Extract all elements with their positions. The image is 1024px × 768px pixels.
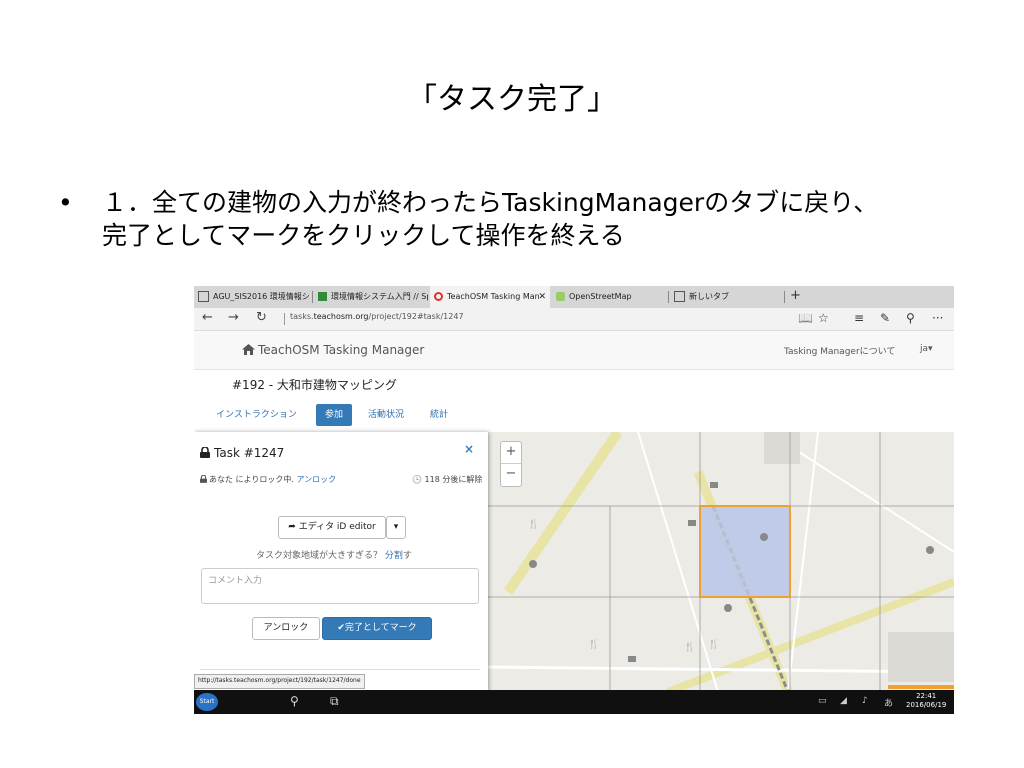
tab-label: OpenStreetMap bbox=[569, 292, 632, 301]
close-tab-icon[interactable]: ✕ bbox=[538, 286, 546, 308]
task-title-label: Task #1247 bbox=[214, 446, 285, 460]
start-button[interactable]: Start bbox=[196, 693, 218, 711]
back-icon[interactable]: ← bbox=[202, 310, 213, 325]
url-path: /project/192#task/1247 bbox=[368, 312, 464, 321]
tab-instructions[interactable]: インストラクション bbox=[216, 404, 297, 426]
teachosm-icon bbox=[434, 292, 443, 301]
forward-icon[interactable]: → bbox=[228, 310, 239, 325]
clock-date: 2016/06/19 bbox=[906, 701, 947, 709]
taskbar-clock[interactable]: 22:41 2016/06/19 bbox=[906, 692, 946, 710]
tab-gis-intro[interactable]: 環境情報システム入門 // Spe bbox=[314, 286, 428, 308]
svg-text:🍴: 🍴 bbox=[684, 641, 695, 653]
unlock-link[interactable]: アンロック bbox=[296, 475, 336, 484]
edit-button-label: エディタ iD editor bbox=[298, 522, 376, 532]
zoom-control: + − bbox=[500, 441, 522, 487]
more-icon[interactable]: ··· bbox=[932, 311, 943, 325]
osm-icon bbox=[556, 292, 565, 301]
unlock-button[interactable]: アンロック bbox=[252, 617, 320, 640]
ime-icon[interactable]: あ bbox=[884, 696, 893, 709]
lock-icon bbox=[200, 474, 207, 483]
taskbar: Start ⚲ ⧉ ▭ ◢ ♪ あ 22:41 2016/06/19 bbox=[194, 690, 954, 714]
editor-dropdown-button[interactable]: ▾ bbox=[386, 516, 406, 539]
split-link[interactable]: 分割 bbox=[385, 551, 403, 561]
reading-view-icon[interactable]: 📖 bbox=[798, 311, 813, 325]
tab-separator bbox=[784, 291, 785, 303]
search-icon[interactable]: ⚲ bbox=[290, 694, 299, 708]
url-field[interactable]: tasks.teachosm.org/project/192#task/1247 bbox=[290, 312, 464, 321]
browser-screenshot: AGU_SIS2016 環境情報システム 環境情報システム入門 // Spe T… bbox=[194, 286, 954, 714]
home-icon bbox=[242, 344, 255, 355]
tab-teachosm[interactable]: TeachOSM Tasking Man ✕ bbox=[430, 286, 550, 308]
about-link[interactable]: Tasking Managerについて bbox=[784, 344, 895, 357]
zoom-out-button[interactable]: − bbox=[501, 464, 521, 485]
clock-icon: 🕓 bbox=[412, 475, 422, 484]
page-icon bbox=[198, 291, 209, 302]
url-prefix: tasks. bbox=[290, 312, 314, 321]
split-hint-suffix: す bbox=[402, 551, 412, 561]
close-icon[interactable]: × bbox=[464, 442, 474, 456]
address-separator bbox=[284, 313, 285, 325]
share-arrow-icon: ➦ bbox=[288, 522, 296, 532]
tm-brand-label: TeachOSM Tasking Manager bbox=[258, 343, 425, 357]
bullet-line-2: 完了としてマークをクリックして操作を終える bbox=[102, 221, 625, 250]
tab-label: TeachOSM Tasking Man bbox=[447, 292, 540, 301]
tab-label: 環境情報システム入門 // Spe bbox=[331, 292, 428, 301]
page-icon bbox=[674, 291, 685, 302]
task-map[interactable]: 🍴 🍴 🍴 🍴 bbox=[488, 432, 954, 692]
bullet-symbol: • bbox=[58, 188, 73, 217]
tab-openstreetmap[interactable]: OpenStreetMap bbox=[552, 286, 666, 308]
task-title: Task #1247 bbox=[200, 446, 284, 460]
bullet-line-1: １．全ての建物の入力が終わったらTaskingManagerのタブに戻り、 bbox=[102, 188, 879, 217]
hub-icon[interactable]: ≡ bbox=[854, 311, 864, 325]
clock-time: 22:41 bbox=[916, 692, 937, 700]
lock-status: あなた によりロック中. アンロック bbox=[200, 474, 336, 485]
web-note-icon[interactable]: ✎ bbox=[880, 311, 890, 325]
comment-input[interactable]: コメント入力 bbox=[201, 568, 479, 604]
task-view-icon[interactable]: ⧉ bbox=[330, 694, 339, 709]
tab-label: 新しいタブ bbox=[689, 292, 729, 301]
action-center-icon[interactable]: ▭ bbox=[818, 696, 827, 706]
tab-agu[interactable]: AGU_SIS2016 環境情報システム bbox=[194, 286, 310, 308]
lock-timer-label: 118 分後に解除 bbox=[424, 475, 483, 484]
lock-text: あなた によりロック中. bbox=[209, 475, 294, 484]
tab-separator bbox=[668, 291, 669, 303]
address-bar: ← → ↻ tasks.teachosm.org/project/192#tas… bbox=[194, 308, 954, 331]
tab-new[interactable]: 新しいタブ bbox=[670, 286, 782, 308]
lock-icon bbox=[200, 446, 210, 458]
tab-stats[interactable]: 統計 bbox=[430, 404, 448, 426]
project-title: #192 - 大和市建物マッピング bbox=[232, 378, 397, 392]
edit-in-id-button[interactable]: ➦ エディタ iD editor bbox=[278, 516, 386, 539]
task-panel: Task #1247 × あなた によりロック中. アンロック 🕓 118 分後… bbox=[194, 432, 488, 692]
svg-text:🍴: 🍴 bbox=[588, 638, 599, 650]
slide-title: 「タスク完了」 bbox=[407, 82, 617, 117]
volume-icon[interactable]: ♪ bbox=[862, 696, 868, 706]
svg-text:🍴: 🍴 bbox=[528, 518, 539, 530]
tab-activity[interactable]: 活動状況 bbox=[368, 404, 404, 426]
refresh-icon[interactable]: ↻ bbox=[256, 310, 267, 325]
tab-label: AGU_SIS2016 環境情報システム bbox=[213, 292, 310, 301]
mark-as-done-button[interactable]: ✔完了としてマーク bbox=[322, 617, 432, 640]
tm-brand[interactable]: TeachOSM Tasking Manager bbox=[242, 343, 424, 357]
network-icon[interactable]: ◢ bbox=[840, 696, 847, 706]
url-domain: teachosm.org bbox=[313, 312, 369, 321]
tab-contribute[interactable]: 参加 bbox=[316, 404, 353, 426]
new-tab-button[interactable]: + bbox=[790, 286, 801, 306]
lock-timer: 🕓 118 分後に解除 bbox=[412, 474, 482, 485]
tm-navbar: TeachOSM Tasking Manager Tasking Manager… bbox=[194, 331, 954, 370]
tab-separator bbox=[312, 291, 313, 303]
tab-bar: AGU_SIS2016 環境情報システム 環境情報システム入門 // Spe T… bbox=[194, 286, 954, 308]
zoom-in-button[interactable]: + bbox=[501, 442, 521, 464]
status-url-tooltip: http://tasks.teachosm.org/project/192/ta… bbox=[194, 674, 365, 689]
split-hint-text: タスク対象地域が大きすぎる？ bbox=[256, 551, 383, 561]
split-hint: タスク対象地域が大きすぎる？ 分割す bbox=[256, 548, 412, 561]
favorite-star-icon[interactable]: ☆ bbox=[818, 311, 829, 325]
sheet-icon bbox=[318, 292, 327, 301]
share-icon[interactable]: ⚲ bbox=[906, 311, 915, 325]
map-canvas: 🍴 🍴 🍴 🍴 bbox=[488, 432, 954, 692]
svg-text:🍴: 🍴 bbox=[708, 638, 719, 650]
language-dropdown[interactable]: ja▾ bbox=[920, 344, 933, 354]
